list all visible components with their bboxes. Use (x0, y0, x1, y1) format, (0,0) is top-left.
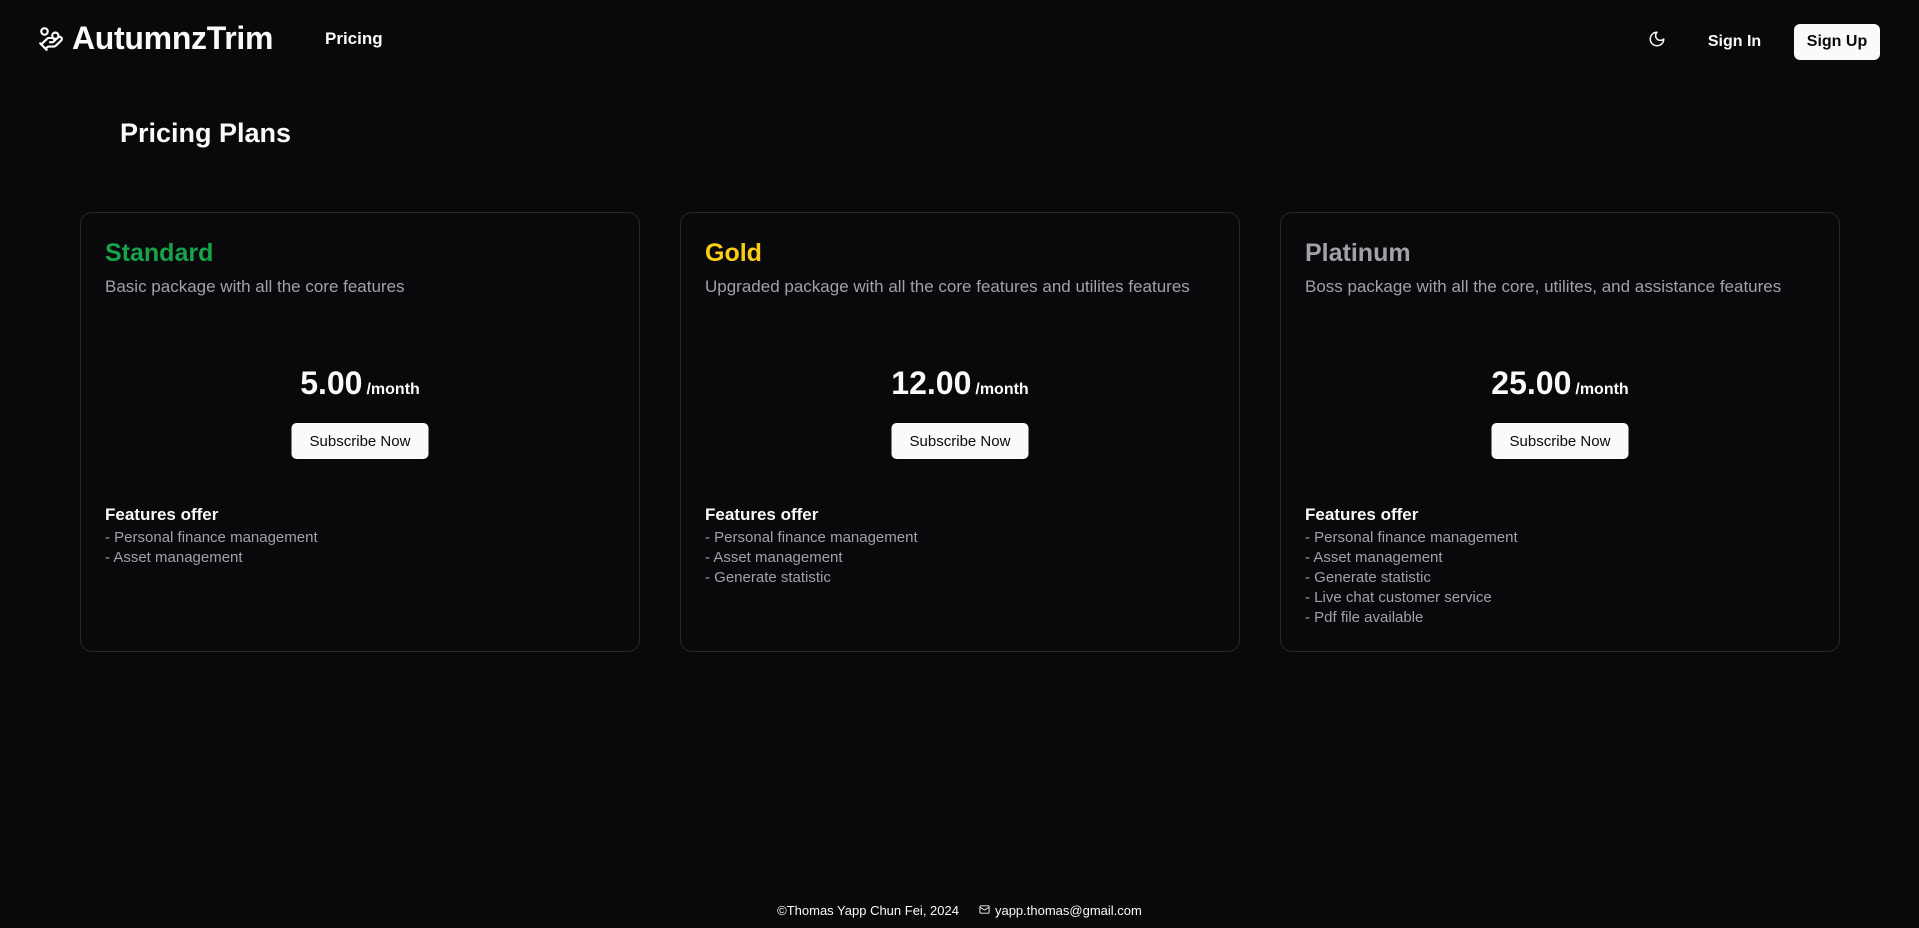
feature-item: - Personal finance management (705, 529, 918, 546)
price-row: 5.00/month (81, 365, 639, 402)
price-row: 25.00/month (1281, 365, 1839, 402)
theme-toggle-button[interactable] (1644, 28, 1670, 54)
plan-description: Upgraded package with all the core featu… (705, 277, 1190, 296)
plan-name: Gold (705, 239, 762, 267)
features-title: Features offer (705, 505, 819, 524)
plan-description: Basic package with all the core features (105, 277, 405, 296)
price-period: /month (366, 381, 420, 398)
features-title: Features offer (1305, 505, 1419, 524)
header: AutumnzTrim Pricing Sign In Sign Up (0, 0, 1919, 82)
feature-item: - Asset management (1305, 549, 1443, 566)
brand-logo[interactable]: AutumnzTrim (38, 20, 273, 57)
sign-up-button[interactable]: Sign Up (1794, 24, 1880, 60)
feature-item: - Personal finance management (1305, 529, 1518, 546)
footer-email-link[interactable]: yapp.thomas@gmail.com (979, 903, 1142, 918)
feature-item: - Asset management (705, 549, 843, 566)
plan-name: Standard (105, 239, 214, 267)
plan-price: 12.00 (891, 365, 972, 401)
price-period: /month (1575, 381, 1629, 398)
footer-email: yapp.thomas@gmail.com (994, 903, 1142, 918)
feature-item: - Generate statistic (1305, 569, 1431, 586)
subscribe-button[interactable]: Subscribe Now (891, 423, 1029, 459)
footer-copyright: ©Thomas Yapp Chun Fei, 2024 (777, 903, 959, 918)
features-list: Features offer - Personal finance manage… (1305, 505, 1518, 628)
feature-item: - Asset management (105, 549, 243, 566)
plan-card-gold: Gold Upgraded package with all the core … (680, 212, 1240, 652)
page-title: Pricing Plans (120, 118, 292, 148)
price-period: /month (975, 381, 1029, 398)
feature-item: - Personal finance management (105, 529, 318, 546)
subscribe-button[interactable]: Subscribe Now (291, 423, 429, 459)
nav-link-pricing[interactable]: Pricing (325, 29, 383, 49)
footer: ©Thomas Yapp Chun Fei, 2024 yapp.thomas@… (0, 903, 1919, 918)
plan-card-standard: Standard Basic package with all the core… (80, 212, 640, 652)
feature-item: - Live chat customer service (1305, 589, 1492, 606)
price-row: 12.00/month (681, 365, 1239, 402)
feature-item: - Generate statistic (705, 569, 831, 586)
plan-price: 25.00 (1491, 365, 1572, 401)
subscribe-button[interactable]: Subscribe Now (1491, 423, 1629, 459)
features-list: Features offer - Personal finance manage… (105, 505, 318, 568)
hand-coins-icon (38, 26, 64, 52)
plan-description: Boss package with all the core, utilites… (1305, 277, 1782, 296)
mail-icon (979, 903, 990, 918)
brand-name: AutumnzTrim (72, 20, 274, 56)
page: AutumnzTrim Pricing Sign In Sign Up Pric… (0, 0, 1919, 928)
moon-icon (1648, 30, 1666, 53)
sign-in-button[interactable]: Sign In (1692, 24, 1777, 60)
features-list: Features offer - Personal finance manage… (705, 505, 918, 588)
plan-price: 5.00 (300, 365, 363, 401)
features-title: Features offer (105, 505, 219, 524)
plan-card-platinum: Platinum Boss package with all the core,… (1280, 212, 1840, 652)
feature-item: - Pdf file available (1305, 609, 1424, 626)
plan-name: Platinum (1305, 239, 1411, 267)
